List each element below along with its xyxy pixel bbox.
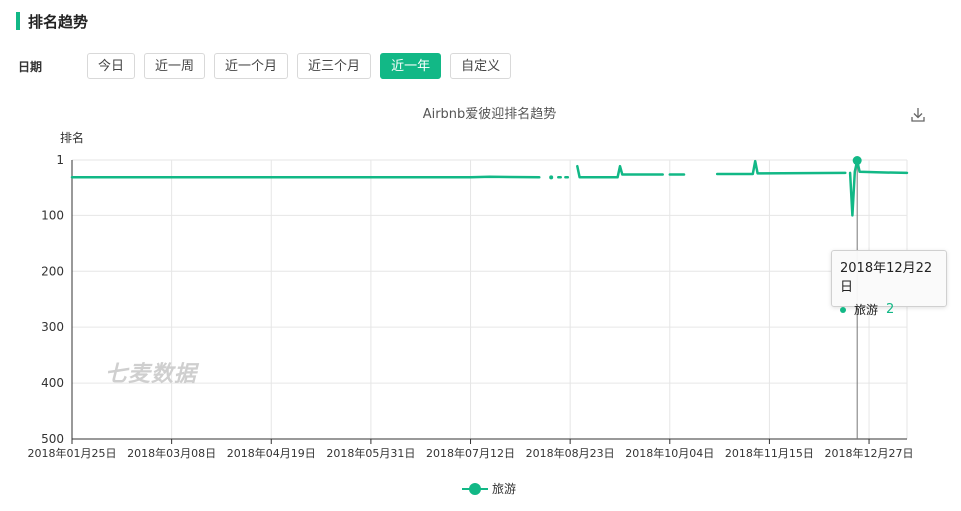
y-tick-label: 1 — [56, 153, 64, 167]
rank-trend-chart: 1 100 200 300 400 5002018年01月25日 2018年03月08日 20… — [28, 130, 914, 460]
x-tick-label: 2018年11月15日 — [725, 446, 814, 460]
x-tick-label: 2018年12月27日 — [825, 446, 914, 460]
y-tick-label: 500 — [41, 432, 64, 446]
tooltip-series-name: 旅游 — [854, 303, 879, 317]
x-tick-label: 2018年08月23日 — [526, 446, 615, 460]
series-point — [549, 175, 554, 180]
x-tick-label: 2018年04月19日 — [227, 446, 316, 460]
x-tick-label: 2018年01月25日 — [28, 446, 117, 460]
y-tick-label: 300 — [41, 320, 64, 334]
series-line-segment — [70, 175, 541, 179]
y-tick-label: 100 — [41, 208, 64, 222]
chart-tooltip: 2018年12月22日 旅游 2 — [831, 250, 947, 317]
series-line-segment — [576, 164, 664, 179]
y-tick-label: 200 — [41, 264, 64, 278]
tooltip-row: 旅游 2 — [840, 301, 938, 318]
y-axis-title: 排名 — [60, 130, 84, 145]
highlight-point — [852, 156, 862, 166]
x-tick-label: 2018年05月31日 — [326, 446, 415, 460]
tooltip-series-dot — [840, 306, 846, 313]
x-tick-label: 2018年10月04日 — [625, 446, 714, 460]
x-tick-label: 2018年07月12日 — [426, 446, 515, 460]
tooltip-date: 2018年12月22日 — [840, 261, 933, 295]
tooltip-value: 2 — [886, 302, 895, 317]
watermark: 七麦数据 — [105, 362, 198, 387]
y-tick-label: 400 — [41, 376, 64, 390]
legend-item-tourism[interactable]: 旅游 — [462, 480, 516, 497]
series-line-segment — [715, 159, 847, 176]
legend-marker — [462, 482, 488, 495]
x-tick-label: 2018年03月08日 — [127, 446, 216, 460]
legend-label: 旅游 — [492, 482, 517, 496]
series-line-segment — [848, 159, 909, 217]
